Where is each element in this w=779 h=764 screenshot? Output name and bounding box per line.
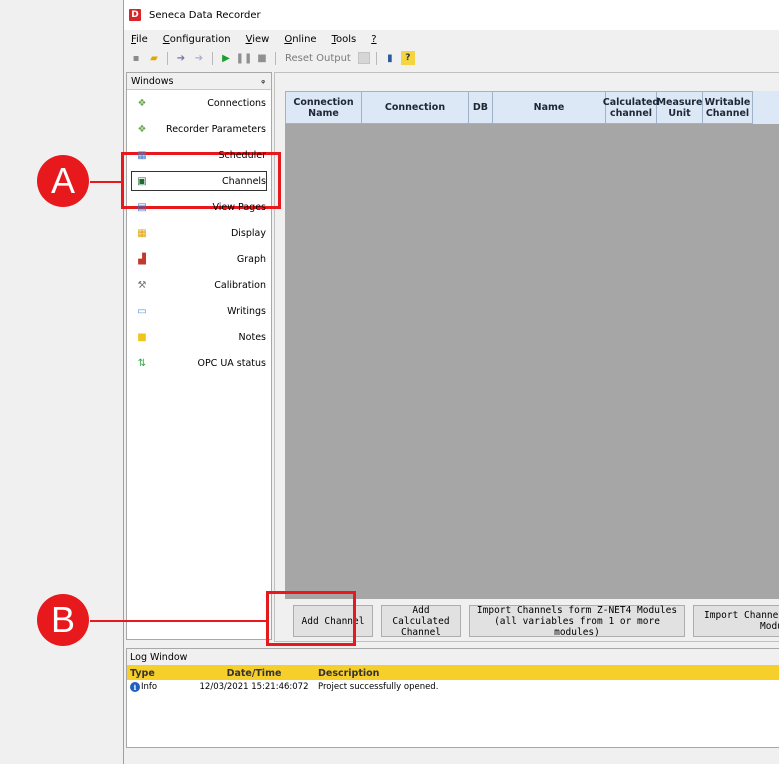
app-logo-icon: D xyxy=(129,9,141,21)
button-label: (all variables from 1 or more modules) xyxy=(494,615,660,638)
button-label: Channel xyxy=(400,626,442,638)
help-icon[interactable]: ? xyxy=(400,51,415,65)
nav-label: Notes xyxy=(238,331,266,343)
log-window: Log Window Type Date/Time Description i … xyxy=(126,648,779,748)
disconnect-icon[interactable]: ➔ xyxy=(192,51,206,65)
log-col-description[interactable]: Description xyxy=(313,668,379,679)
nav-label: Calibration xyxy=(214,279,266,291)
app-window: D Seneca Data Recorder File Configuratio… xyxy=(123,0,779,764)
window-title: Seneca Data Recorder xyxy=(149,9,261,21)
add-calculated-channel-button[interactable]: Add Calculated Channel xyxy=(381,604,461,638)
title-bar: D Seneca Data Recorder xyxy=(124,0,779,30)
nav-item-connections[interactable]: ❖ Connections xyxy=(127,90,271,116)
menu-online[interactable]: Online xyxy=(284,34,316,45)
menu-view[interactable]: View xyxy=(246,34,270,45)
menu-file[interactable]: File xyxy=(131,34,148,45)
info-icon: i xyxy=(130,682,140,692)
pin-icon[interactable]: ᵩ xyxy=(261,76,265,86)
log-header-row: Type Date/Time Description xyxy=(127,666,779,680)
callout-b-badge: B xyxy=(37,594,89,646)
calibration-icon: ⚒ xyxy=(137,279,147,291)
log-row[interactable]: i Info 12/03/2021 15:21:46:072 Project s… xyxy=(127,680,779,694)
import-channels-button[interactable]: Import Channels Modul xyxy=(693,605,779,637)
nav-item-recorder-parameters[interactable]: ❖ Recorder Parameters xyxy=(127,116,271,142)
grid-header: Connection Name Connection DB Name Calcu… xyxy=(285,91,779,124)
nav-label: Scheduler xyxy=(218,149,266,161)
notes-icon: ■ xyxy=(137,331,147,343)
column-header[interactable]: Measure Unit xyxy=(657,91,703,124)
nav-label: Channels xyxy=(222,175,266,187)
callout-b-highlight xyxy=(266,591,356,646)
import-znet4-button[interactable]: Import Channels form Z-NET4 Modules (all… xyxy=(469,604,685,638)
nav-item-display[interactable]: ▦ Display xyxy=(127,220,271,246)
toolbar: ▪ ▰ ➔ ➔ ▶ ❚❚ ■ Reset Output ▮ ? xyxy=(124,49,779,67)
toolbar-separator xyxy=(212,51,213,65)
opc-ua-status-icon: ⇅ xyxy=(137,357,147,369)
button-label: Import Channels form Z-NET4 Modules xyxy=(476,604,678,616)
save-icon[interactable]: ▪ xyxy=(129,51,143,65)
callout-a-badge: A xyxy=(37,155,89,207)
column-header[interactable]: Connection Name xyxy=(285,91,362,124)
writings-icon: ▭ xyxy=(137,305,147,317)
scheduler-icon: ▦ xyxy=(137,149,147,161)
column-header[interactable]: Writable Channel xyxy=(703,91,753,124)
exit-icon[interactable]: ▮ xyxy=(383,51,397,65)
nav-item-calibration[interactable]: ⚒ Calibration xyxy=(127,272,271,298)
nav-label: OPC UA status xyxy=(197,357,266,369)
toolbar-separator xyxy=(167,51,168,65)
log-col-date[interactable]: Date/Time xyxy=(195,668,313,679)
disabled-tool-icon xyxy=(357,52,370,64)
nav-label: Recorder Parameters xyxy=(166,123,266,135)
nav-label: Writings xyxy=(227,305,266,317)
reset-output-button[interactable]: Reset Output xyxy=(282,53,354,64)
display-icon: ▦ xyxy=(137,227,147,239)
recorder-parameters-icon: ❖ xyxy=(137,123,147,135)
view-pages-icon: ▤ xyxy=(137,201,147,213)
channels-icon: ▣ xyxy=(137,175,147,187)
column-header[interactable]: Connection xyxy=(362,91,469,124)
log-type-cell: i Info xyxy=(127,682,195,692)
nav-label: Graph xyxy=(236,253,266,265)
button-label: Modul xyxy=(760,621,779,632)
connect-icon[interactable]: ➔ xyxy=(174,51,188,65)
nav-item-writings[interactable]: ▭ Writings xyxy=(127,298,271,324)
log-col-type[interactable]: Type xyxy=(127,668,195,679)
toolbar-separator xyxy=(375,51,377,65)
channels-grid[interactable]: Connection Name Connection DB Name Calcu… xyxy=(285,91,779,599)
channels-view: Connection Name Connection DB Name Calcu… xyxy=(274,72,779,642)
log-window-title: Log Window xyxy=(127,649,779,666)
nav-label: Connections xyxy=(207,97,266,109)
graph-icon: ▟ xyxy=(138,253,146,265)
menu-configuration[interactable]: Configuration xyxy=(163,34,231,45)
log-date-cell: 12/03/2021 15:21:46:072 xyxy=(199,682,309,692)
open-folder-icon[interactable]: ▰ xyxy=(147,51,161,65)
button-label: Import Channels xyxy=(704,610,779,621)
play-icon[interactable]: ▶ xyxy=(219,51,233,65)
nav-item-notes[interactable]: ■ Notes xyxy=(127,324,271,350)
menu-bar: File Configuration View Online Tools ? xyxy=(124,31,779,47)
column-header[interactable]: DB xyxy=(469,91,493,124)
connections-icon: ❖ xyxy=(137,97,147,109)
callout-b-line xyxy=(90,620,267,622)
nav-item-graph[interactable]: ▟ Graph xyxy=(127,246,271,272)
log-type-text: Info xyxy=(141,682,158,692)
nav-label: Display xyxy=(230,227,266,239)
nav-label: View Pages xyxy=(212,201,266,213)
callout-a-line xyxy=(90,181,122,183)
log-description-cell: Project successfully opened. xyxy=(318,682,439,692)
column-header[interactable]: Name xyxy=(493,91,606,124)
menu-tools[interactable]: Tools xyxy=(332,34,357,45)
windows-panel-title: Windows xyxy=(131,75,174,87)
column-header[interactable]: Calculated channel xyxy=(603,91,659,124)
nav-item-opc-ua-status[interactable]: ⇅ OPC UA status xyxy=(127,350,271,376)
stop-icon[interactable]: ■ xyxy=(255,51,269,65)
pause-icon[interactable]: ❚❚ xyxy=(236,51,253,65)
menu-help[interactable]: ? xyxy=(371,34,376,45)
button-label: Add Calculated xyxy=(392,604,450,627)
windows-panel-header: Windows ᵩ xyxy=(127,73,271,90)
toolbar-separator xyxy=(275,51,276,65)
